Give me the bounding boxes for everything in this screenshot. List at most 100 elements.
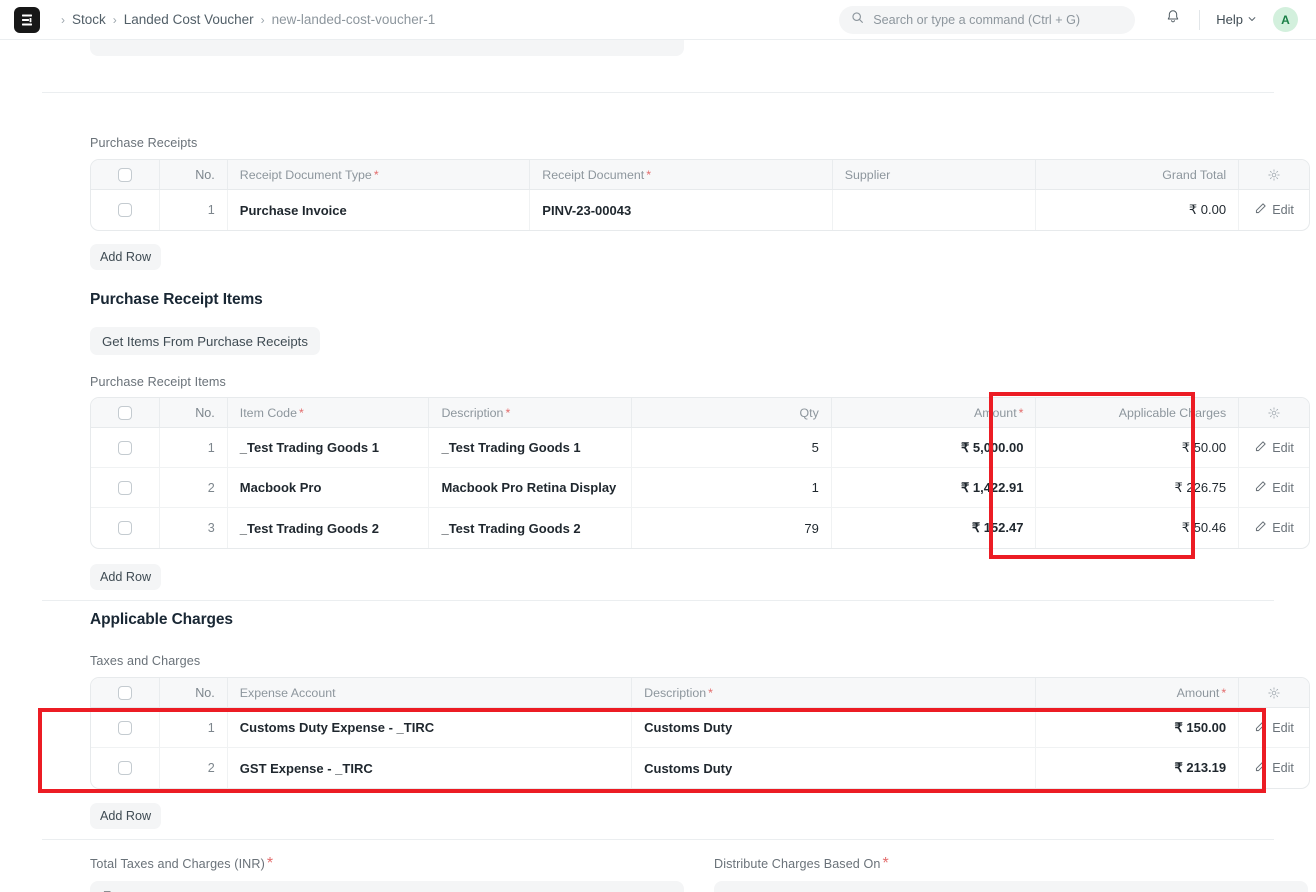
required-asterisk: *: [298, 405, 304, 420]
column-header-item-code: Item Code *: [228, 398, 430, 427]
add-row-button-purchase-receipt-items[interactable]: Add Row: [90, 564, 162, 590]
cell-amount[interactable]: ₹ 152.47: [832, 508, 1037, 548]
table-row[interactable]: 2 GST Expense - _TIRC Customs Duty ₹ 213…: [91, 748, 1309, 788]
row-edit-cell[interactable]: Edit: [1239, 508, 1309, 548]
row-checkbox[interactable]: [117, 521, 132, 535]
app-logo-icon[interactable]: [14, 6, 40, 33]
edit-row-button[interactable]: Edit: [1254, 760, 1294, 776]
row-checkbox[interactable]: [117, 480, 132, 495]
required-asterisk: *: [882, 855, 889, 872]
navbar-right-group: Search or type a command (Ctrl + G) Help…: [839, 4, 1298, 36]
avatar-initial: A: [1281, 12, 1290, 27]
required-asterisk: *: [646, 167, 652, 182]
table-row[interactable]: 1 Purchase Invoice PINV-23-00043 ₹ 0.00 …: [91, 190, 1309, 230]
row-number: 1: [160, 708, 228, 747]
column-header-no: No.: [160, 160, 228, 189]
notifications-button[interactable]: [1157, 4, 1189, 36]
edit-row-button[interactable]: Edit: [1254, 480, 1294, 496]
cell-applicable-charges[interactable]: ₹ 50.46: [1036, 508, 1240, 548]
select-all-checkbox[interactable]: [117, 167, 132, 182]
search-input[interactable]: Search or type a command (Ctrl + G): [839, 5, 1136, 34]
cell-item-code[interactable]: _Test Trading Goods 2: [228, 508, 430, 548]
taxes-and-charges-grid: No. Expense Account Description * Amount *: [90, 677, 1310, 789]
row-select-cell: [91, 428, 160, 467]
cell-amount[interactable]: ₹ 1,422.91: [832, 468, 1037, 507]
gear-icon[interactable]: [1267, 686, 1281, 700]
select-all-checkbox[interactable]: [117, 685, 132, 700]
cell-item-code[interactable]: _Test Trading Goods 1: [228, 428, 430, 467]
row-edit-cell[interactable]: Edit: [1239, 190, 1309, 230]
row-edit-cell[interactable]: Edit: [1239, 428, 1309, 467]
cell-receipt-document[interactable]: PINV-23-00043: [530, 190, 833, 230]
cell-description[interactable]: Customs Duty: [632, 748, 1037, 788]
chevron-up-down-icon: [1286, 881, 1297, 892]
get-items-from-purchase-receipts-button[interactable]: Get Items From Purchase Receipts: [90, 327, 320, 355]
cell-qty[interactable]: 79: [632, 508, 832, 548]
pencil-icon: [1254, 480, 1267, 496]
cell-applicable-charges[interactable]: ₹ 50.00: [1036, 428, 1240, 467]
edit-row-button[interactable]: Edit: [1254, 720, 1294, 736]
select-all-checkbox[interactable]: [117, 405, 132, 420]
edit-row-button[interactable]: Edit: [1254, 202, 1294, 218]
cell-receipt-document-type[interactable]: Purchase Invoice: [228, 190, 531, 230]
table-row[interactable]: 3 _Test Trading Goods 2 _Test Trading Go…: [91, 508, 1309, 548]
edit-row-button[interactable]: Edit: [1254, 520, 1294, 536]
table-row[interactable]: 1 _Test Trading Goods 1 _Test Trading Go…: [91, 428, 1309, 468]
cell-amount[interactable]: ₹ 5,000.00: [832, 428, 1037, 467]
gear-icon[interactable]: [1267, 406, 1281, 420]
row-edit-cell[interactable]: Edit: [1239, 748, 1309, 788]
row-number: 3: [160, 508, 228, 548]
select-all-header-cell: [91, 678, 160, 707]
row-select-cell: [91, 468, 160, 507]
total-taxes-input[interactable]: ₹ 0.00: [90, 881, 684, 892]
cell-description[interactable]: Customs Duty: [632, 708, 1037, 747]
edit-label: Edit: [1272, 440, 1294, 455]
row-number: 2: [160, 748, 228, 788]
cell-item-code[interactable]: Macbook Pro: [228, 468, 430, 507]
row-checkbox[interactable]: [117, 203, 132, 217]
table-row[interactable]: 2 Macbook Pro Macbook Pro Retina Display…: [91, 468, 1309, 508]
row-checkbox[interactable]: [117, 440, 132, 455]
help-menu-button[interactable]: Help: [1210, 8, 1263, 31]
cell-expense-account[interactable]: GST Expense - _TIRC: [228, 748, 633, 788]
cell-description[interactable]: _Test Trading Goods 2: [429, 508, 633, 548]
column-header-description: Description *: [429, 398, 633, 427]
row-select-cell: [91, 708, 160, 747]
cell-supplier[interactable]: [833, 190, 1037, 230]
purchase-receipts-grid-label: Purchase Receipts: [90, 136, 198, 150]
cell-amount[interactable]: ₹ 213.19: [1036, 748, 1240, 788]
cell-grand-total[interactable]: ₹ 0.00: [1036, 190, 1240, 230]
required-asterisk: *: [1221, 685, 1227, 700]
breadcrumb-item-stock[interactable]: Stock: [72, 12, 106, 27]
bell-icon: [1165, 9, 1181, 30]
edit-label: Edit: [1272, 480, 1294, 495]
breadcrumb-separator-icon: ›: [61, 12, 65, 27]
table-row[interactable]: 1 Customs Duty Expense - _TIRC Customs D…: [91, 708, 1309, 748]
select-all-header-cell: [91, 160, 160, 189]
breadcrumb-item-landed-cost-voucher[interactable]: Landed Cost Voucher: [124, 12, 254, 27]
search-icon: [851, 11, 864, 29]
row-checkbox[interactable]: [117, 761, 132, 775]
cell-qty[interactable]: 1: [632, 468, 832, 507]
cell-description[interactable]: _Test Trading Goods 1: [429, 428, 633, 467]
cell-expense-account[interactable]: Customs Duty Expense - _TIRC: [228, 708, 633, 747]
edit-row-button[interactable]: Edit: [1254, 440, 1294, 456]
grid-header-row: No. Receipt Document Type * Receipt Docum…: [91, 160, 1309, 190]
required-asterisk: *: [505, 405, 511, 420]
grid-settings-header-cell: [1239, 160, 1309, 189]
purchase-receipts-grid: No. Receipt Document Type * Receipt Docum…: [90, 159, 1310, 231]
gear-icon[interactable]: [1267, 168, 1281, 182]
add-row-button-taxes-and-charges[interactable]: Add Row: [90, 803, 162, 829]
row-edit-cell[interactable]: Edit: [1239, 468, 1309, 507]
cell-qty[interactable]: 5: [632, 428, 832, 467]
cell-description[interactable]: Macbook Pro Retina Display: [429, 468, 633, 507]
cell-applicable-charges[interactable]: ₹ 226.75: [1036, 468, 1240, 507]
add-row-button-purchase-receipts[interactable]: Add Row: [90, 244, 162, 270]
row-edit-cell[interactable]: Edit: [1239, 708, 1309, 747]
column-header-no: No.: [160, 398, 228, 427]
avatar[interactable]: A: [1273, 7, 1298, 32]
row-checkbox[interactable]: [117, 720, 132, 735]
distribute-charges-select[interactable]: Distribute Manually: [714, 881, 1308, 892]
cell-amount[interactable]: ₹ 150.00: [1036, 708, 1240, 747]
column-header-expense-account: Expense Account: [228, 678, 633, 707]
